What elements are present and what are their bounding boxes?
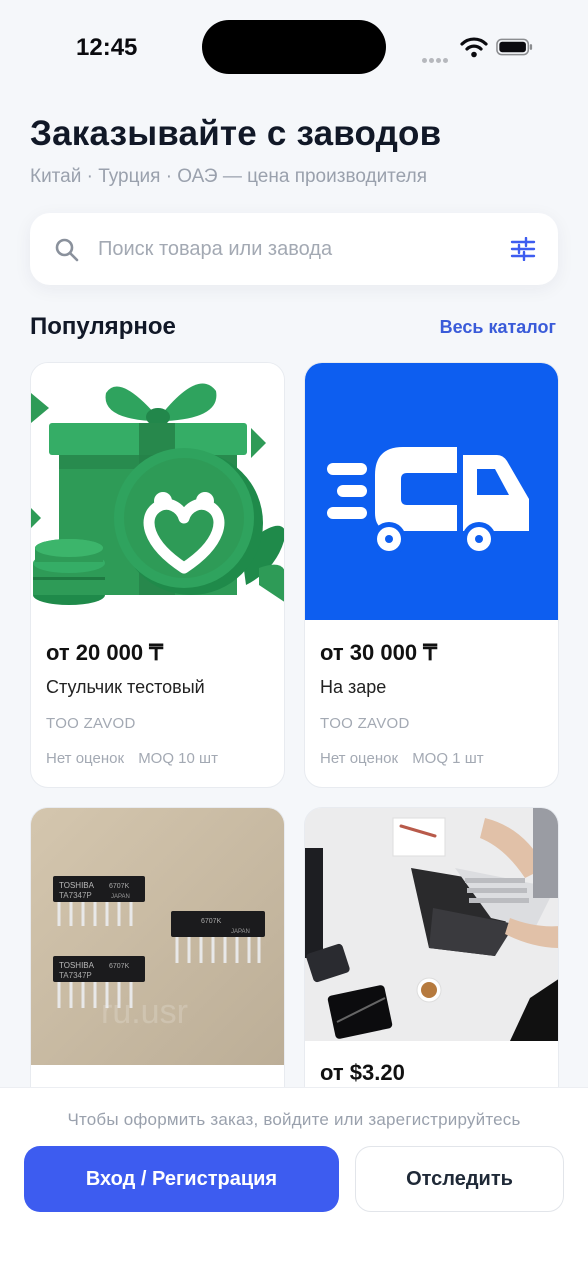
product-image-chips: TOSHIBA TA7347P 6707K JAPAN 6707K JAPAN … [31, 808, 284, 1065]
product-seller: TOO ZAVOD [320, 715, 410, 732]
truck-icon [327, 447, 529, 556]
login-register-button[interactable]: Вход / Регистрация [24, 1146, 339, 1212]
status-time: 12:45 [76, 34, 138, 61]
watermark-text: ru.usr [101, 993, 188, 1031]
catalog-link[interactable]: Весь каталог [440, 317, 556, 338]
login-hint: Чтобы оформить заказ, войдите или зареги… [67, 1110, 521, 1129]
status-bar: 12:45 [0, 0, 588, 96]
chip-origin-label: JAPAN [111, 894, 130, 900]
chip-part-label: TA7347P [59, 891, 92, 900]
product-image-gift [31, 363, 284, 620]
chip-code-label: 6707K [201, 918, 222, 925]
signal-icon [422, 50, 450, 68]
product-meta: Нет оценок MOQ 1 шт [320, 750, 494, 767]
product-seller: TOO ZAVOD [46, 715, 136, 732]
product-moq: MOQ 1 шт [412, 750, 484, 767]
product-moq: MOQ 10 шт [138, 750, 218, 767]
product-card[interactable]: от 20 000 ₸ Стульчик тестовый TOO ZAVOD … [30, 362, 285, 788]
product-meta: Нет оценок MOQ 10 шт [46, 750, 228, 767]
product-rating: Нет оценок [320, 750, 399, 767]
product-image-truck [305, 363, 558, 620]
page-header: Заказывайте с заводов Китай · Турция · О… [30, 114, 441, 188]
section-title-popular: Популярное [30, 313, 176, 340]
bottom-action-bar: Чтобы оформить заказ, войдите или зареги… [0, 1087, 588, 1280]
product-rating: Нет оценок [46, 750, 125, 767]
chip-code-label: 6707K [109, 963, 130, 970]
page-title: Заказывайте с заводов [30, 114, 442, 153]
product-price: от 30 000 ₸ [320, 640, 438, 665]
chip-brand-label: TOSHIBA [59, 881, 95, 890]
search-icon [55, 238, 79, 262]
wifi-icon [460, 37, 488, 58]
chip-part-label: TA7347P [59, 971, 92, 980]
search-bar[interactable] [30, 213, 558, 285]
dynamic-island [202, 20, 386, 74]
product-card[interactable]: от 30 000 ₸ На заре TOO ZAVOD Нет оценок… [304, 362, 559, 788]
product-name: На заре [320, 677, 387, 697]
track-button[interactable]: Отследить [355, 1146, 564, 1212]
filter-icon[interactable] [510, 237, 536, 261]
chip-origin-label: JAPAN [231, 929, 250, 935]
product-image-laptop [305, 808, 558, 1041]
search-input[interactable] [98, 229, 498, 269]
product-name: Стульчик тестовый [46, 677, 205, 697]
battery-icon [496, 38, 533, 56]
chip-code-label: 6707K [109, 883, 130, 890]
page-subtitle: Китай · Турция · ОАЭ — цена производител… [30, 166, 427, 187]
product-price: от 20 000 ₸ [46, 640, 164, 665]
chip-brand-label: TOSHIBA [59, 961, 95, 970]
product-price: от $3.20 [320, 1060, 405, 1085]
